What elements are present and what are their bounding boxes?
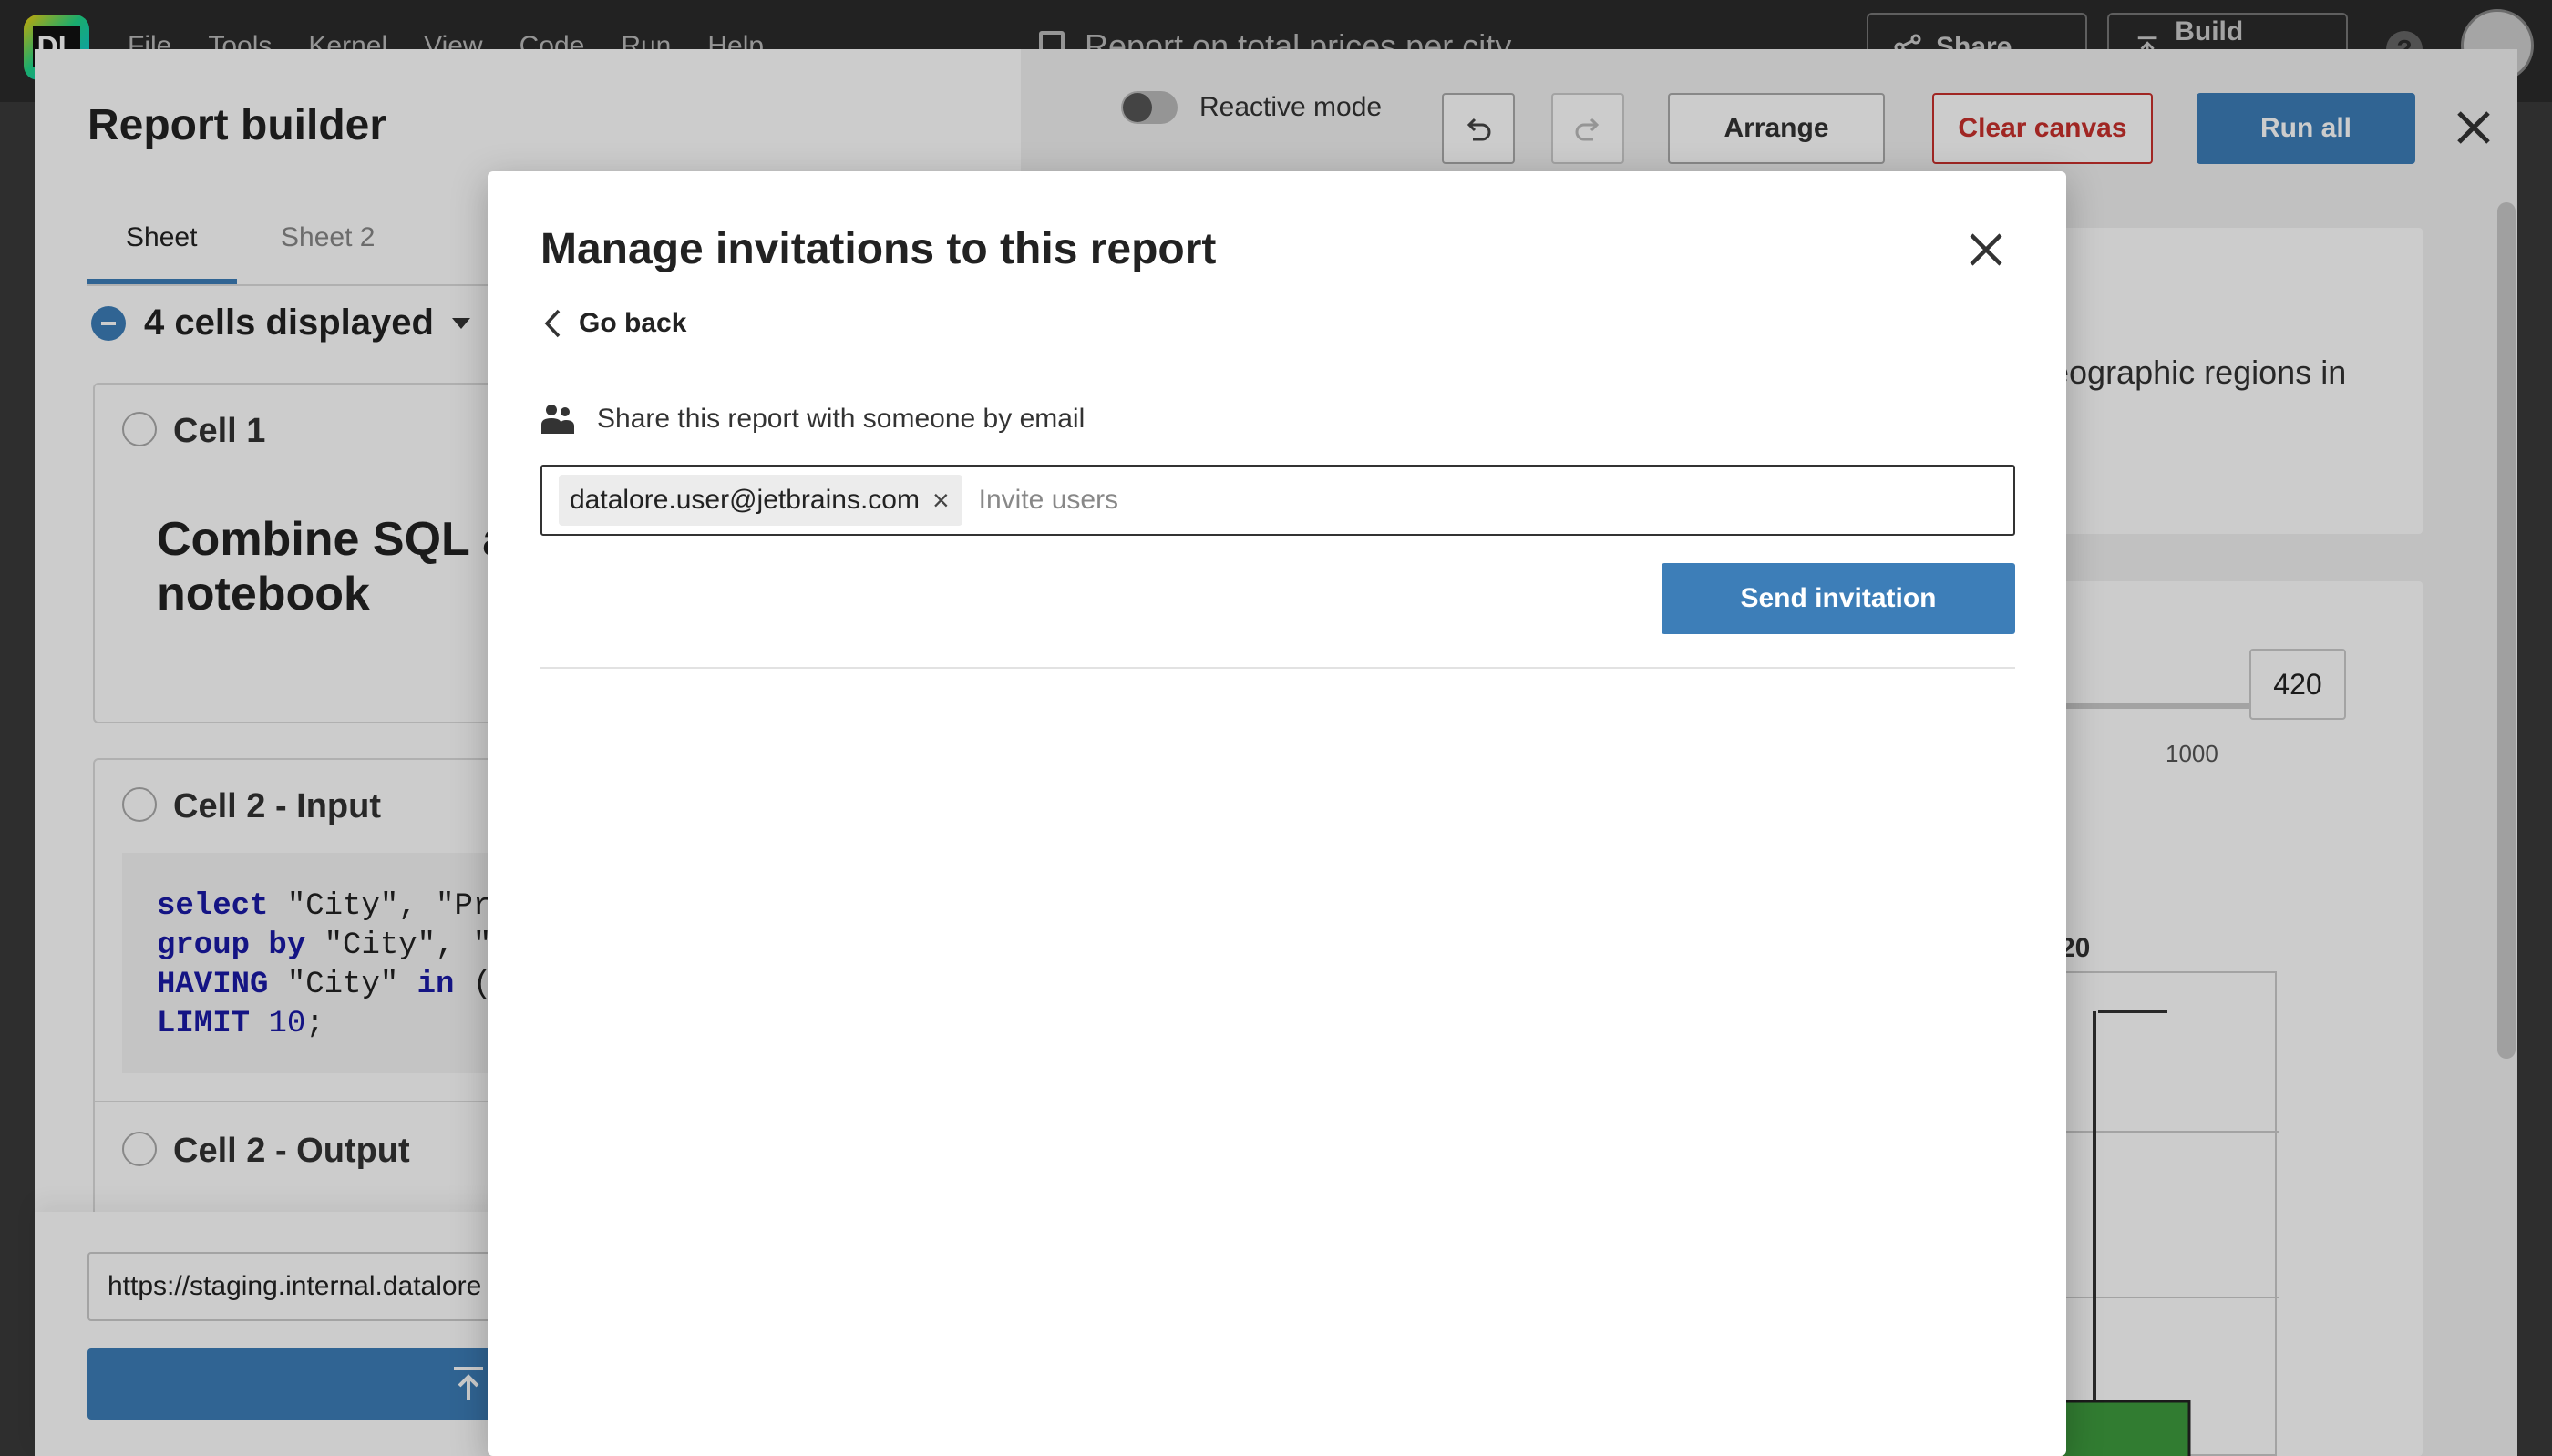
manage-invitations-modal: Manage invitations to this report Go bac… [488, 171, 2066, 1456]
send-invitation-button[interactable]: Send invitation [1662, 563, 2015, 634]
go-back-label: Go back [579, 308, 687, 338]
remove-invitee-icon[interactable]: × [932, 484, 950, 518]
invitee-email: datalore.user@jetbrains.com [570, 485, 920, 515]
close-icon[interactable] [1964, 228, 2008, 272]
users-icon [541, 405, 574, 434]
invite-users-input[interactable] [978, 485, 1799, 516]
chevron-left-icon [544, 309, 561, 338]
modal-title: Manage invitations to this report [540, 225, 1217, 273]
invite-users-field[interactable]: datalore.user@jetbrains.com × [540, 465, 2015, 536]
go-back-link[interactable]: Go back [542, 308, 686, 339]
modal-divider [540, 667, 2015, 669]
share-instructions-text: Share this report with someone by email [597, 404, 1086, 434]
share-instructions: Share this report with someone by email [540, 403, 1085, 436]
invitee-chip: datalore.user@jetbrains.com × [559, 475, 962, 526]
